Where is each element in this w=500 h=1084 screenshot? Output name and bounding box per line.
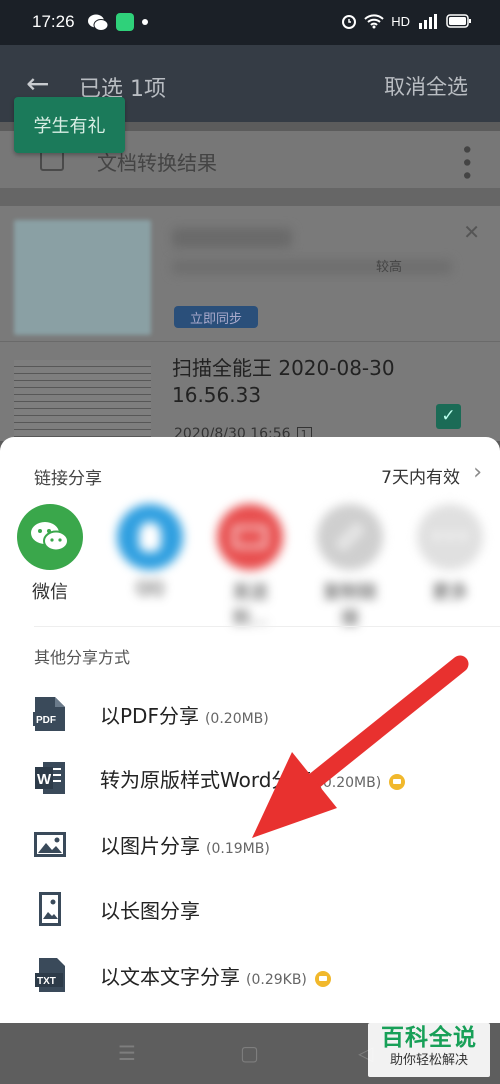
link-share-label: 链接分享 — [34, 469, 102, 489]
share-option-text[interactable]: TXT 以文本文字分享 (0.29KB) — [0, 950, 500, 1010]
option-size-pdf: (0.20MB) — [204, 711, 269, 727]
home-icon[interactable]: ▢ — [240, 1041, 259, 1065]
option-size-word: (0.20MB) — [317, 775, 382, 791]
vip-crown-icon — [314, 970, 331, 987]
more-icon: ••• — [417, 504, 483, 570]
share-option-pdf[interactable]: PDF 以PDF分享 (0.20MB) — [0, 689, 500, 749]
long-image-icon — [39, 892, 61, 926]
option-label-long-image: 以长图分享 — [100, 899, 200, 923]
signal-icon — [419, 14, 437, 29]
status-bar: 17:26 HD — [0, 0, 500, 45]
ad-thumbnail — [14, 220, 151, 335]
status-time: 17:26 — [32, 12, 75, 31]
share-label-wechat: 微信 — [32, 582, 68, 603]
share-target-qq[interactable]: QQ — [115, 504, 185, 599]
wechat-icon — [17, 504, 83, 570]
app-notification-icon — [116, 13, 134, 31]
ad-subtitle-blurred — [172, 260, 452, 274]
wechat-notification-icon — [88, 14, 108, 31]
promo-badge[interactable]: 学生有礼 — [14, 97, 125, 153]
option-label-word: 转为原版样式Word分享 — [100, 768, 312, 792]
sync-ad-card[interactable]: 较高 立即同步 ✕ — [0, 206, 500, 341]
alarm-icon — [342, 15, 357, 29]
other-share-label: 其他分享方式 — [34, 648, 131, 667]
document-item[interactable]: 扫描全能王 2020-08-30 16.56.33 2020/8/30 16:5… — [0, 341, 500, 445]
share-target-wechat[interactable]: 微信 — [15, 504, 85, 604]
share-target-copy-link[interactable]: 复制链接 — [315, 504, 385, 630]
dot-notification-icon — [142, 19, 148, 25]
watermark-subtitle: 助你轻松解决 — [389, 1053, 468, 1068]
close-icon[interactable]: ✕ — [463, 220, 480, 244]
wifi-icon — [364, 14, 384, 29]
tv-icon — [217, 504, 283, 570]
link-icon — [317, 504, 383, 570]
share-label-copy-link: 复制链接 — [323, 582, 377, 629]
share-target-more[interactable]: ••• 更多 — [415, 504, 485, 604]
ad-subtitle-tail: 较高 — [376, 260, 403, 275]
option-label-image: 以图片分享 — [100, 834, 200, 858]
share-target-send[interactable]: 发送到… — [215, 504, 285, 630]
share-option-image[interactable]: 以图片分享 (0.19MB) — [0, 819, 500, 879]
svg-text:TXT: TXT — [37, 976, 56, 987]
share-option-word[interactable]: W 转为原版样式Word分享 (0.20MB) — [0, 753, 500, 813]
svg-text:PDF: PDF — [36, 715, 56, 726]
sync-now-button[interactable]: 立即同步 — [174, 306, 258, 328]
share-label-more: 更多 — [432, 582, 468, 603]
more-vert-icon[interactable]: ••• — [453, 143, 478, 182]
back-arrow-icon[interactable]: ← — [26, 67, 49, 100]
checkbox-checked[interactable]: ✓ — [436, 404, 461, 429]
qq-icon — [117, 504, 183, 570]
share-label-send: 发送到… — [232, 582, 268, 629]
vip-crown-icon — [389, 773, 406, 790]
battery-icon — [446, 14, 471, 28]
word-icon: W — [35, 762, 65, 794]
menu-icon[interactable]: ☰ — [118, 1041, 136, 1065]
chevron-right-icon: › — [473, 460, 482, 485]
share-sheet: 链接分享 7天内有效 › 微信 QQ 发送到… 复制链接 ••• 更多 其他分享方… — [0, 437, 500, 1023]
txt-icon: TXT — [35, 958, 65, 992]
document-thumbnail — [14, 360, 151, 445]
image-icon — [34, 832, 66, 857]
network-label: HD — [391, 13, 410, 29]
validity-selector[interactable]: 7天内有效 › — [381, 460, 482, 488]
ad-title-blurred — [172, 228, 292, 248]
cancel-all-button[interactable]: 取消全选 — [384, 71, 468, 101]
option-label-pdf: 以PDF分享 — [100, 704, 199, 728]
option-label-text: 以文本文字分享 — [100, 965, 240, 989]
option-size-image: (0.19MB) — [206, 841, 270, 857]
share-option-long-image[interactable]: 以长图分享 — [0, 884, 500, 944]
svg-text:W: W — [37, 771, 52, 788]
watermark-title: 百科全说 — [381, 1025, 477, 1051]
pdf-icon: PDF — [33, 697, 65, 731]
share-label-qq: QQ — [135, 578, 165, 599]
watermark-logo: 百科全说 助你轻松解决 — [368, 1023, 490, 1077]
option-size-text: (0.29KB) — [246, 972, 307, 988]
document-name: 扫描全能王 2020-08-30 16.56.33 — [172, 356, 395, 407]
